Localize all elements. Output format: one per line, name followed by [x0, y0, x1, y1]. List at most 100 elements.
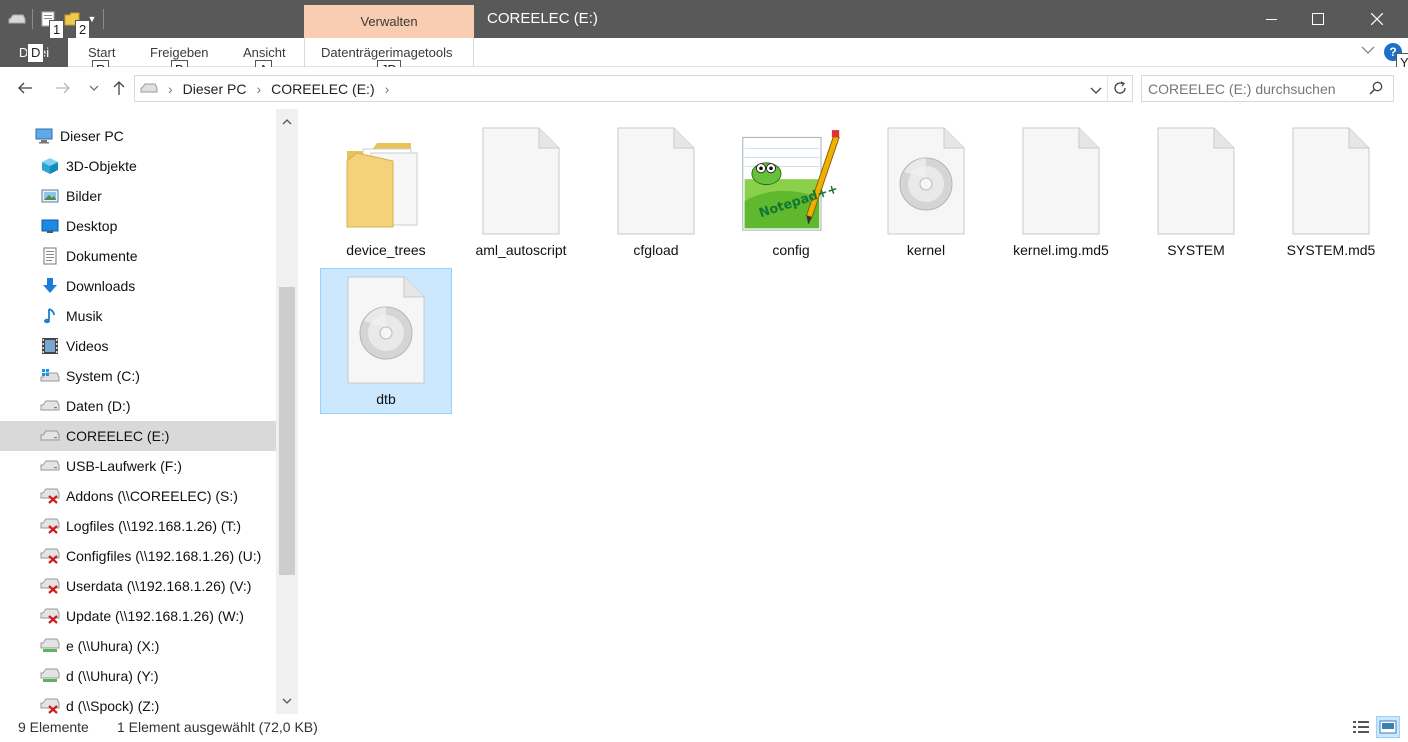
qat-separator: [103, 9, 104, 29]
nav-item[interactable]: Userdata (\\192.168.1.26) (V:): [0, 571, 276, 601]
nav-item-label: Bilder: [66, 188, 102, 204]
music-icon: [40, 306, 60, 326]
file-item[interactable]: device_trees: [320, 120, 452, 266]
tab-start[interactable]: Start: [88, 45, 115, 60]
minimize-button[interactable]: [1249, 0, 1295, 38]
nav-item[interactable]: Update (\\192.168.1.26) (W:): [0, 601, 276, 631]
file-item[interactable]: Notepad++ config: [725, 120, 857, 266]
file-item[interactable]: SYSTEM: [1130, 120, 1262, 266]
tab-share[interactable]: Freigeben: [150, 45, 209, 60]
disconnected-drive-icon: [40, 606, 60, 626]
qat-separator: [32, 9, 33, 29]
nav-item[interactable]: Videos: [0, 331, 276, 361]
address-bar[interactable]: › Dieser PC › COREELEC (E:) ›: [134, 75, 1133, 102]
nav-item-label: Downloads: [66, 278, 136, 294]
nav-item-label: System (C:): [66, 368, 140, 384]
chevron-right-icon[interactable]: ›: [385, 81, 390, 97]
nav-item[interactable]: Logfiles (\\192.168.1.26) (T:): [0, 511, 276, 541]
disconnected-drive-icon: [40, 546, 60, 566]
file-name: config: [772, 242, 810, 258]
disc-image-icon: [336, 275, 436, 385]
keytip-1: 1: [49, 20, 65, 40]
minimize-icon: [1266, 19, 1277, 20]
maximize-icon: [1312, 13, 1324, 25]
nav-item[interactable]: COREELEC (E:): [0, 421, 276, 451]
chevron-right-icon[interactable]: ›: [256, 81, 261, 97]
disc-image-icon: [876, 126, 976, 236]
file-name: cfgload: [633, 242, 679, 258]
network-drive-icon: [40, 636, 60, 656]
explorer-window: ▼ 1 2 Verwalten COREELEC (E:) Datei D St…: [0, 0, 1408, 742]
nav-item-label: Configfiles (\\192.168.1.26) (U:): [66, 548, 262, 564]
blank-file-icon: [1011, 126, 1111, 236]
blank-file-icon: [1281, 126, 1381, 236]
breadcrumb-this-pc[interactable]: Dieser PC: [183, 81, 247, 97]
scroll-thumb[interactable]: [279, 287, 295, 575]
nav-item[interactable]: USB-Laufwerk (F:): [0, 451, 276, 481]
blank-file-icon: [471, 126, 571, 236]
nav-item[interactable]: d (\\Spock) (Z:): [0, 691, 276, 714]
tab-disk-image-tools[interactable]: Datenträgerimagetools: [321, 45, 453, 60]
drive-icon: [140, 81, 158, 97]
tab-manage[interactable]: Verwalten: [304, 5, 474, 38]
3d-objects-icon: [40, 156, 60, 176]
file-item[interactable]: cfgload: [590, 120, 722, 266]
address-dropdown-icon[interactable]: [1090, 82, 1102, 98]
disconnected-drive-icon: [40, 486, 60, 506]
file-item[interactable]: kernel: [860, 120, 992, 266]
nav-scrollbar[interactable]: [276, 109, 298, 714]
maximize-button[interactable]: [1295, 0, 1341, 38]
file-item[interactable]: kernel.img.md5: [995, 120, 1127, 266]
nav-item[interactable]: e (\\Uhura) (X:): [0, 631, 276, 661]
nav-item[interactable]: Addons (\\COREELEC) (S:): [0, 481, 276, 511]
breadcrumb-coreelec[interactable]: COREELEC (E:): [271, 81, 374, 97]
drive-icon[interactable]: [8, 10, 26, 28]
nav-item[interactable]: System (C:): [0, 361, 276, 391]
nav-item[interactable]: Dieser PC: [0, 121, 276, 151]
large-icons-view-button[interactable]: [1376, 716, 1400, 738]
search-icon[interactable]: [1369, 81, 1383, 98]
recent-locations-button[interactable]: [83, 77, 105, 99]
details-view-button[interactable]: [1349, 716, 1373, 738]
forward-arrow-icon: [56, 82, 70, 94]
nav-item[interactable]: 3D-Objekte: [0, 151, 276, 181]
nav-item-label: Dokumente: [66, 248, 138, 264]
nav-item[interactable]: d (\\Uhura) (Y:): [0, 661, 276, 691]
nav-item[interactable]: Desktop: [0, 211, 276, 241]
nav-item[interactable]: Bilder: [0, 181, 276, 211]
file-name: device_trees: [346, 242, 426, 258]
refresh-icon[interactable]: [1112, 80, 1128, 99]
file-item[interactable]: aml_autoscript: [455, 120, 587, 266]
nav-item[interactable]: Musik: [0, 301, 276, 331]
navigation-bar: › Dieser PC › COREELEC (E:) › COREELEC (…: [0, 67, 1408, 109]
close-button[interactable]: [1354, 0, 1400, 38]
nav-item[interactable]: Daten (D:): [0, 391, 276, 421]
scroll-up-icon[interactable]: [276, 111, 298, 133]
nav-item-label: Userdata (\\192.168.1.26) (V:): [66, 578, 252, 594]
tab-view[interactable]: Ansicht: [243, 45, 286, 60]
computer-icon: [34, 126, 54, 146]
search-input[interactable]: COREELEC (E:) durchsuchen: [1141, 75, 1394, 102]
back-arrow-icon: [18, 82, 32, 94]
nav-item-label: Logfiles (\\192.168.1.26) (T:): [66, 518, 242, 534]
scroll-down-icon[interactable]: [276, 690, 298, 712]
close-icon: [1371, 13, 1383, 25]
file-item[interactable]: SYSTEM.md5: [1265, 120, 1397, 266]
forward-button[interactable]: [52, 77, 74, 99]
file-item[interactable]: dtb: [320, 268, 452, 414]
videos-icon: [40, 336, 60, 356]
nav-item[interactable]: Downloads: [0, 271, 276, 301]
nav-item[interactable]: Dokumente: [0, 241, 276, 271]
expand-ribbon-icon[interactable]: [1361, 44, 1375, 58]
network-drive-icon: [40, 666, 60, 686]
back-button[interactable]: [14, 77, 36, 99]
up-button[interactable]: [108, 77, 130, 99]
nav-item[interactable]: Configfiles (\\192.168.1.26) (U:): [0, 541, 276, 571]
chevron-right-icon[interactable]: ›: [168, 81, 173, 97]
status-bar: 9 Elemente 1 Element ausgewählt (72,0 KB…: [0, 714, 1408, 742]
file-name: SYSTEM: [1167, 242, 1225, 258]
nav-item-label: e (\\Uhura) (X:): [66, 638, 160, 654]
nav-item-label: Dieser PC: [60, 128, 124, 144]
documents-icon: [40, 246, 60, 266]
up-arrow-icon: [113, 81, 125, 95]
